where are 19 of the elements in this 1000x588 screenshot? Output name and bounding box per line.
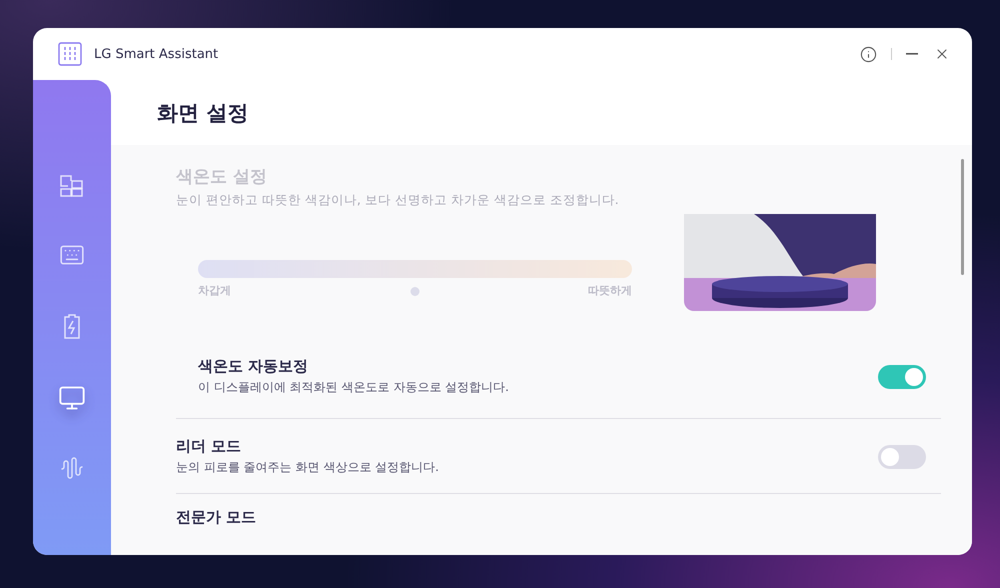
info-icon [860, 46, 877, 62]
toggle-switch[interactable] [878, 444, 926, 468]
scrollbar[interactable] [961, 159, 964, 275]
logo-icon [58, 42, 82, 66]
minimize-icon [906, 53, 918, 55]
waveform-icon [60, 456, 84, 480]
toggle-switch[interactable] [878, 364, 926, 388]
setting-description: 이 디스플레이에 최적화된 색온도로 자동으로 설정합니다. [198, 379, 510, 396]
setting-title: 리더 모드 [176, 437, 242, 456]
setting-title: 색온도 자동보정 [198, 357, 310, 376]
page-title: 화면 설정 [157, 100, 248, 126]
monitor-icon [58, 384, 86, 412]
dashboard-icon [59, 174, 85, 198]
window-title: LG Smart Assistant [94, 46, 218, 62]
slider-label: 따뜻하게 [588, 283, 632, 298]
slider-label: 차갑게 [198, 283, 231, 298]
section-description: 눈이 편안하고 따뜻한 색감이나, 보다 선명하고 차가운 색감으로 조정합니다. [176, 192, 620, 209]
setting-description: 눈의 피로를 줄여주는 화면 색상으로 설정합니다. [176, 459, 440, 476]
setting-title: 전문가 모드 [176, 508, 258, 527]
